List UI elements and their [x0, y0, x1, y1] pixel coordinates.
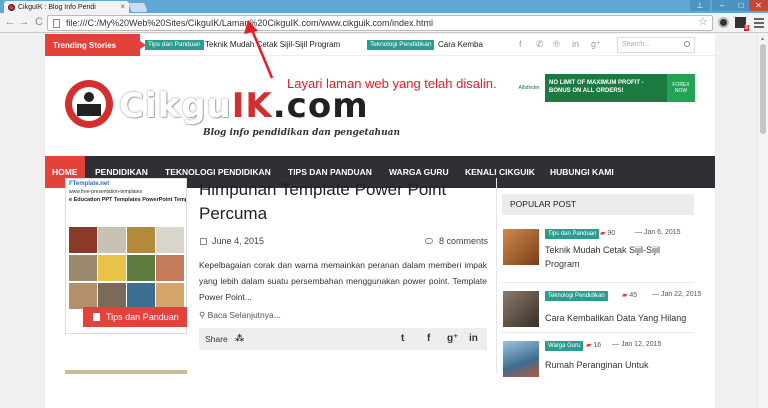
comment-icon: ▰: [586, 342, 592, 349]
calendar-icon: [200, 238, 207, 245]
scroll-up-icon[interactable]: ▲: [760, 36, 765, 42]
forward-arrow-icon[interactable]: →: [18, 16, 30, 28]
bookmark-icon: [93, 313, 100, 321]
linkedin-share-icon[interactable]: in: [469, 333, 478, 344]
popular-post-title[interactable]: Cara Kembalikan Data Yang Hilang: [545, 311, 695, 325]
popular-post-date: — Jan 12, 2015: [612, 341, 662, 348]
facebook-share-icon[interactable]: f: [427, 333, 430, 344]
popular-post-tag[interactable]: Teknologi Pendidikan: [545, 291, 608, 301]
thumb-grid: [69, 227, 185, 311]
page-scrollbar[interactable]: ▲: [757, 34, 768, 408]
sidebar-divider: [502, 332, 694, 333]
popular-post-date-text: Jan 6, 2015: [643, 229, 681, 236]
popular-post-count-text: 90: [607, 230, 616, 237]
content-divider: [496, 178, 497, 374]
extension-badge-icon[interactable]: 3: [735, 17, 749, 31]
popular-post-thumbnail[interactable]: [503, 291, 539, 327]
maximize-button[interactable]: □: [731, 0, 751, 11]
comment-icon: ▰: [622, 292, 628, 299]
next-post-thumbnail[interactable]: [65, 370, 187, 374]
popular-post-item[interactable]: Tips dan Panduan ▰ 90 — Jan 6, 2015 Tekn…: [502, 229, 702, 281]
site-favicon-icon: [8, 4, 15, 11]
post-comments[interactable]: 8 comments: [425, 236, 488, 246]
back-arrow-icon[interactable]: ←: [4, 16, 16, 28]
share-bar: Share ⁂ t f g⁺ in: [199, 328, 487, 350]
popular-post-thumbnail[interactable]: [503, 229, 539, 265]
thumb-heading: FTemplate.net: [69, 181, 110, 187]
read-more-text: Baca Selanjutnya...: [207, 310, 281, 320]
content-area: FTemplate.net www.free-presentation-temp…: [45, 0, 715, 408]
popular-post-count: ▰ 45: [622, 291, 637, 299]
comment-icon: ▰: [600, 230, 606, 237]
popular-post-date-text: Jan 22, 2015: [660, 291, 702, 298]
scroll-thumb[interactable]: [760, 44, 766, 134]
extension-icon[interactable]: [718, 17, 729, 28]
browser-menu-icon[interactable]: [754, 16, 764, 30]
close-window-button[interactable]: ✕: [749, 0, 768, 11]
popular-post-count-text: 16: [593, 342, 602, 349]
twitter-share-icon[interactable]: t: [401, 333, 404, 344]
read-more-link[interactable]: ⚲ Baca Selanjutnya...: [199, 310, 281, 321]
minimize-button[interactable]: –: [712, 0, 732, 11]
share-icon[interactable]: ⁂: [235, 333, 244, 344]
post-comments-text: 8 comments: [439, 236, 489, 246]
popular-post-item[interactable]: Teknologi Pendidikan ▰ 45 — Jan 22, 2015…: [502, 291, 702, 343]
sidebar-divider: [502, 282, 694, 283]
popular-post-tag[interactable]: Tips dan Panduan: [545, 229, 600, 239]
popular-post-date: — Jan 22, 2015: [652, 291, 702, 298]
popular-post-title[interactable]: Rumah Peranginan Untuk: [545, 358, 695, 372]
popular-post-count-text: 45: [629, 292, 638, 299]
post-date: June 4, 2015: [200, 236, 264, 246]
post-date-text: June 4, 2015: [212, 236, 265, 246]
popular-post-thumbnail[interactable]: [503, 341, 539, 377]
post-category-badge[interactable]: Tips dan Panduan: [83, 307, 187, 327]
reload-icon[interactable]: C: [33, 16, 45, 28]
popular-post-heading: POPULAR POST: [502, 194, 694, 215]
comment-icon: [425, 238, 433, 244]
post-category-label: Tips dan Panduan: [106, 312, 179, 322]
popular-post-count: ▰ 16: [586, 341, 601, 349]
popular-post-item[interactable]: Warga Guru ▰ 16 — Jan 12, 2015 Rumah Per…: [502, 341, 702, 393]
popular-post-date-text: Jan 12, 2015: [620, 341, 662, 348]
post-excerpt: Kepelbagaian corak dan warna memainkan p…: [199, 260, 487, 302]
post-title[interactable]: Himpunan Template Power Point Percuma: [199, 178, 499, 226]
thumb-title: e Education PPT Templates PowerPoint Tem…: [69, 197, 187, 203]
extension-badge-count: 3: [743, 25, 749, 31]
popular-post-tag[interactable]: Warga Guru: [545, 341, 584, 351]
share-label: Share: [205, 334, 228, 344]
popular-post-title[interactable]: Teknik Mudah Cetak Sijil-Sijil Program: [545, 243, 695, 271]
popular-post-count: ▰ 90: [600, 229, 615, 237]
googleplus-share-icon[interactable]: g⁺: [447, 333, 458, 344]
link-icon: ⚲: [199, 310, 208, 320]
popular-post-date: — Jan 6, 2015: [635, 229, 681, 236]
